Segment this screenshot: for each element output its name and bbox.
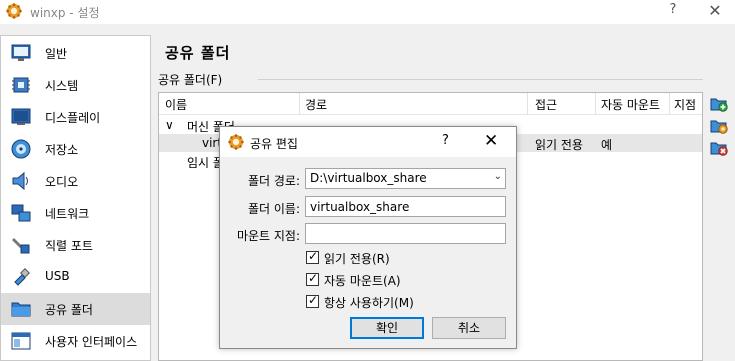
title-bar: winxp - 설정 ? ✕ [0,0,735,24]
sidebar-item-storage[interactable]: 저장소 [1,133,150,165]
column-separator[interactable] [595,93,596,115]
sidebar-item-general[interactable]: 일반 [1,37,150,69]
checkmark-icon: ✓ [308,271,319,285]
folder-path-combo[interactable]: D:\virtualbox_share ⌄ [305,168,506,189]
checkbox-box[interactable]: ✓ [306,249,319,264]
automount-label: 자동 마운트(A) [324,274,401,288]
sidebar-item-user-interface[interactable]: 사용자 인터페이스 [1,325,150,357]
dialog-title: 공유 편집 [250,137,298,151]
folder-path-value: D:\virtualbox_share [310,171,427,185]
sidebar-item-usb[interactable]: USB [1,261,150,293]
page-title: 공유 폴더 [165,44,231,62]
column-header-automount[interactable]: 자동 마운트 [601,96,660,113]
settings-sidebar: 일반 시스템 디스플레이 저장소 오디오 네트워크 직렬 포트 USB 공유 폴… [0,35,151,361]
folder-name-label: 폴더 이름: [247,202,300,216]
sidebar-item-label: 오디오 [45,175,79,189]
speaker-icon [12,171,28,191]
dialog-close-button[interactable]: ✕ [484,131,498,151]
edit-share-dialog: 공유 편집 ? ✕ 폴더 경로: D:\virtualbox_share ⌄ 폴… [219,126,517,349]
column-header-access[interactable]: 접근 [535,96,557,113]
usb-icon [14,268,30,286]
sidebar-item-label: 네트워크 [45,207,90,221]
checkbox-box[interactable]: ✓ [306,293,319,308]
help-button[interactable]: ? [665,2,681,20]
cancel-button[interactable]: 취소 [432,317,506,339]
sidebar-item-label: 저장소 [45,143,79,157]
sidebar-item-label: USB [45,269,70,283]
dialog-help-button[interactable]: ? [442,133,449,148]
permanent-label: 항상 사용하기(M) [324,296,414,310]
column-separator[interactable] [527,93,528,115]
disk-icon [11,139,31,159]
sidebar-item-label: 공유 폴더 [45,303,93,317]
close-button[interactable]: ✕ [706,1,724,21]
sidebar-item-network[interactable]: 네트워크 [1,197,150,229]
dialog-title-bar: 공유 편집 ? ✕ [220,127,516,157]
checkmark-icon: ✓ [308,293,319,307]
virtualbox-gear-icon [228,134,244,150]
checkbox-box[interactable]: ✓ [306,271,319,286]
mount-point-label: 마운트 지점: [236,229,300,243]
checkmark-icon: ✓ [308,249,319,263]
row-access: 읽기 전용 [535,138,583,152]
ui-icon [11,332,31,350]
tree-header: 이름 경로 접근 자동 마운트 지점 [159,93,702,115]
add-shared-folder-icon[interactable] [710,95,728,113]
shared-folders-group-label: 공유 폴더(F) [158,73,223,87]
folder-icon [11,302,31,317]
window-title: winxp - 설정 [30,6,100,20]
chip-icon [12,77,30,93]
folder-name-input[interactable] [305,196,506,217]
network-icon [11,204,31,222]
readonly-label: 읽기 전용(R) [324,252,390,266]
sidebar-item-display[interactable]: 디스플레이 [1,101,150,133]
monitor-icon [11,44,31,61]
sidebar-item-label: 디스플레이 [45,111,101,125]
column-header-path[interactable]: 경로 [305,96,327,113]
row-automount: 예 [601,138,613,152]
group-divider [258,79,703,80]
sidebar-item-shared-folders[interactable]: 공유 폴더 [1,293,150,325]
sidebar-item-audio[interactable]: 오디오 [1,165,150,197]
expand-chevron-icon[interactable]: ∨ [165,118,174,132]
column-header-mount-point[interactable]: 지점 [674,96,696,113]
remove-shared-folder-icon[interactable] [710,139,728,157]
sidebar-item-label: 일반 [45,47,68,61]
virtualbox-gear-icon [6,3,22,19]
folder-path-label: 폴더 경로: [247,174,300,188]
ok-button[interactable]: 확인 [350,317,424,339]
sidebar-item-label: 시스템 [45,79,79,93]
edit-shared-folder-icon[interactable] [710,117,728,135]
column-separator[interactable] [669,93,670,115]
column-header-name[interactable]: 이름 [165,96,187,113]
column-separator[interactable] [299,93,300,115]
serial-port-icon [12,238,30,254]
chevron-down-icon[interactable]: ⌄ [494,171,502,182]
sidebar-item-label: 직렬 포트 [45,239,93,253]
sidebar-item-serial-port[interactable]: 직렬 포트 [1,229,150,261]
sidebar-item-system[interactable]: 시스템 [1,69,150,101]
display-icon [11,108,31,125]
mount-point-input[interactable] [305,223,506,244]
sidebar-item-label: 사용자 인터페이스 [45,335,138,349]
settings-window: winxp - 설정 ? ✕ 일반 시스템 디스플레이 저장소 오디오 네트워크 [0,0,735,361]
